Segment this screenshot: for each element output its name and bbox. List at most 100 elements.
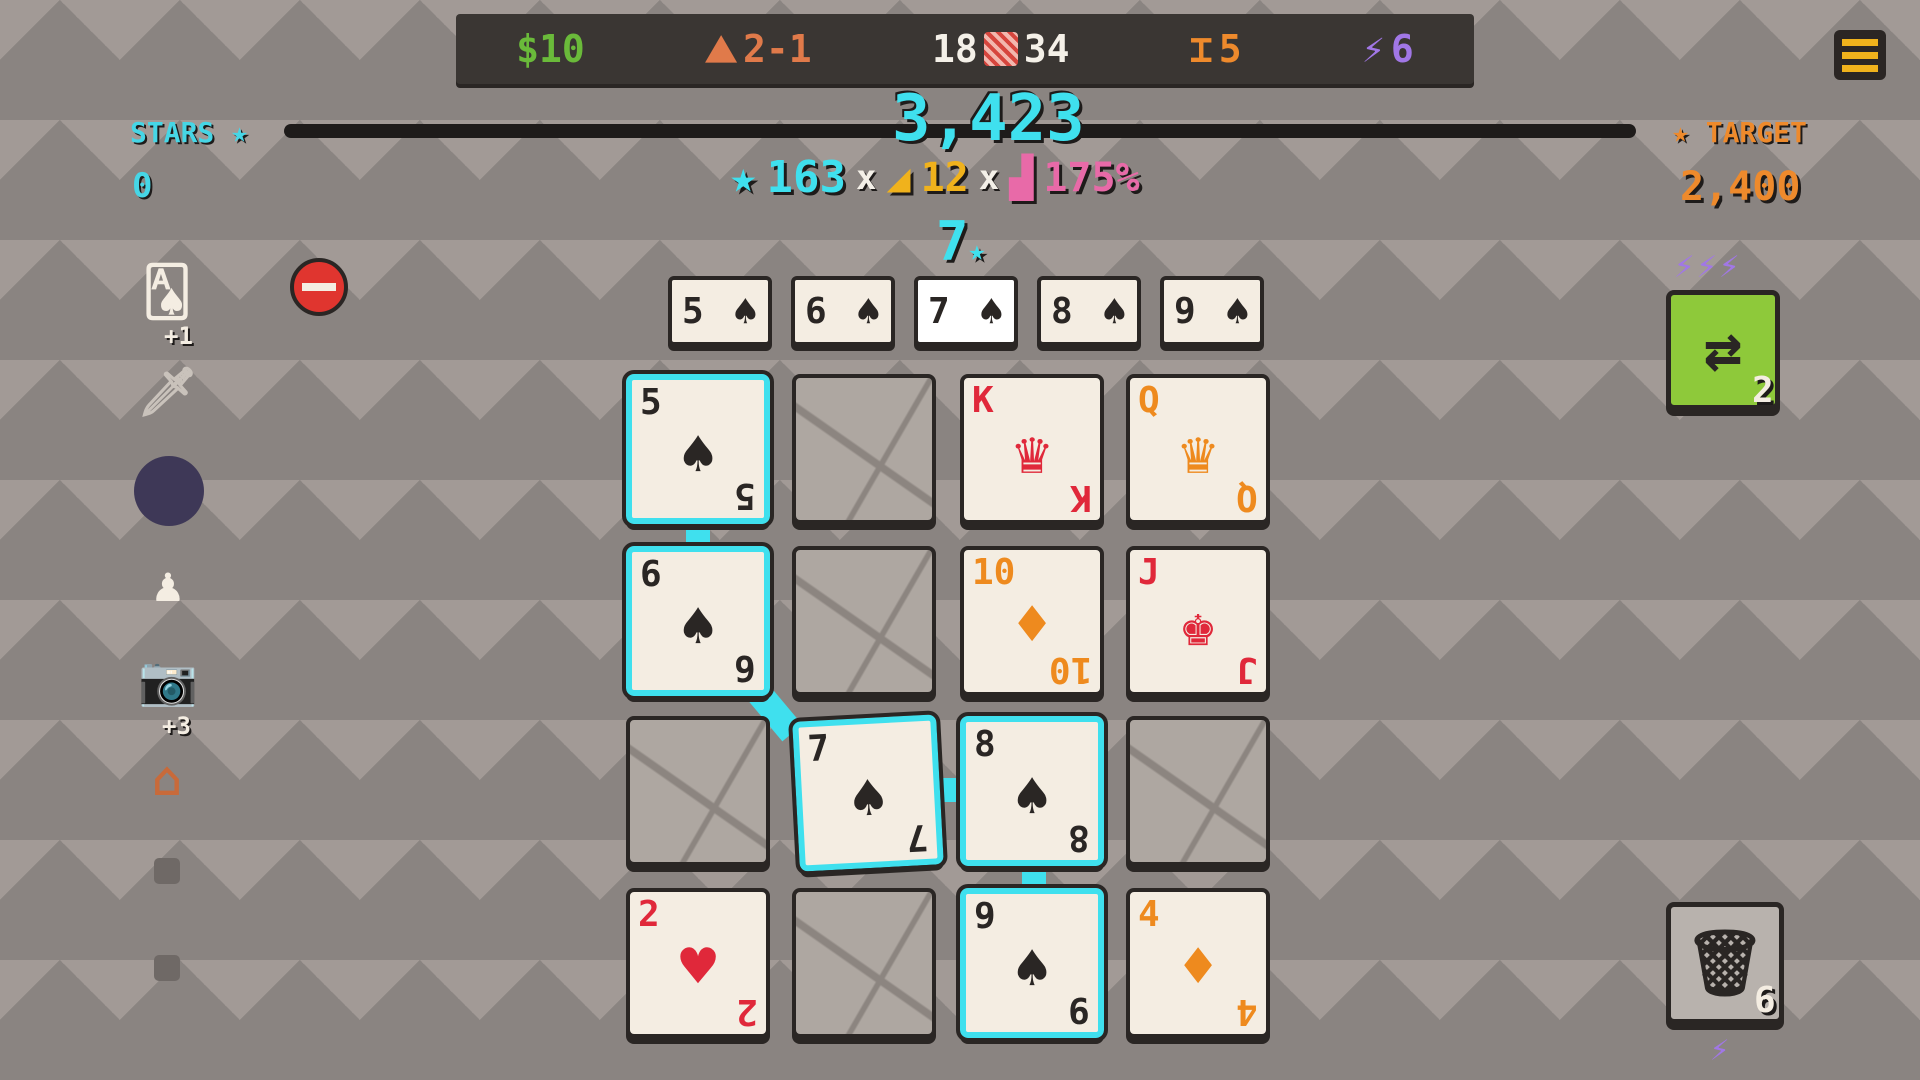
grid-card[interactable]: 10 ♦ 10 xyxy=(960,546,1104,696)
card-rank: K xyxy=(972,380,994,421)
trash-cost-lightning-icon: ⚡ xyxy=(1710,1030,1730,1068)
star-icon: ★ xyxy=(231,116,249,149)
hand-preview-card: 9 ♠ xyxy=(1160,276,1264,346)
card-rank: 8 xyxy=(1068,817,1090,858)
hands-icon: ⌶ xyxy=(1189,27,1213,71)
grid-card[interactable]: 9 ♠ 9 xyxy=(956,884,1108,1042)
card-rank: 7 xyxy=(928,290,950,332)
deck-display[interactable]: 18 34 xyxy=(932,27,1070,71)
swap-cost-lightning-icon: ⚡⚡⚡ xyxy=(1674,246,1742,286)
round-value: 2-1 xyxy=(743,27,812,71)
star-icon: ★ xyxy=(730,152,757,203)
hand-preview-card: 7 ♠ xyxy=(914,276,1018,346)
top-status-bar: $10 ⛰ 2-1 18 34 ⌶ 5 ⚡ 6 xyxy=(456,14,1474,84)
target-label-group: ★ TARGET xyxy=(1672,116,1807,149)
grid-card[interactable]: K ♛ K xyxy=(960,374,1104,524)
card-rank: 6 xyxy=(805,290,827,332)
money-value: $10 xyxy=(516,27,585,71)
stars-label: STARS xyxy=(130,116,215,149)
card-rank: 8 xyxy=(974,724,996,765)
no-entry-icon[interactable] xyxy=(290,258,348,316)
camera-relic-icon[interactable]: 📷 xyxy=(130,650,206,710)
target-value: 2,400 xyxy=(1680,164,1801,210)
sword-relic-icon[interactable]: 🗡 xyxy=(136,356,200,426)
hands-display: ⌶ 5 xyxy=(1190,27,1242,71)
signal-icon: ▟ xyxy=(1009,154,1034,201)
percent-value: 175% xyxy=(1043,154,1140,201)
empty-relic-slot xyxy=(154,858,180,884)
swap-icon: ⇄ xyxy=(1703,313,1743,387)
hamburger-icon xyxy=(1842,38,1878,46)
energy-display: ⚡ 6 xyxy=(1362,27,1414,71)
card-rank: 10 xyxy=(972,552,1016,593)
lightning-icon: ⚡ xyxy=(1361,27,1385,71)
card-rank: 5 xyxy=(682,290,704,332)
card-rank: 6 xyxy=(640,554,662,595)
stone-tile xyxy=(792,546,936,696)
grid-card[interactable]: 2 ♥ 2 xyxy=(626,888,770,1038)
stone-tile xyxy=(792,888,936,1038)
trash-count: 6 xyxy=(1754,980,1776,1021)
card-rank: 9 xyxy=(974,896,996,937)
current-score: 3,423 xyxy=(892,82,1085,156)
stone-tile xyxy=(792,374,936,524)
card-rank: 9 xyxy=(1174,290,1196,332)
money-display: $10 xyxy=(516,27,585,71)
grid-card[interactable]: 8 ♠ 8 xyxy=(956,712,1108,870)
deck-total: 34 xyxy=(1023,27,1070,71)
card-rank: 7 xyxy=(806,727,831,771)
star-icon: ★ xyxy=(968,234,986,267)
chips-value: 163 xyxy=(766,152,846,203)
spade-icon: ♠ xyxy=(1101,286,1127,336)
grid-card[interactable]: 7 ♠ 7 xyxy=(787,710,949,876)
grid-card[interactable]: J ♚ J xyxy=(1126,546,1270,696)
card-rank: 8 xyxy=(1051,290,1073,332)
star-icon: ★ xyxy=(1672,116,1689,149)
menu-button[interactable] xyxy=(1834,30,1886,80)
lantern-relic-icon[interactable]: ⌂ xyxy=(144,748,190,810)
spade-icon: ♠ xyxy=(1224,286,1250,336)
empty-relic-slot xyxy=(154,955,180,981)
grid-card[interactable]: Q ♛ Q xyxy=(1126,374,1270,524)
spade-icon: ♠ xyxy=(978,286,1004,336)
level-value: 7 xyxy=(936,210,969,273)
card-rank: 10 xyxy=(1048,649,1092,690)
deck-icon xyxy=(983,32,1018,66)
grid-card[interactable]: 6 ♠ 6 xyxy=(622,542,774,700)
card-rank: 4 xyxy=(1138,894,1160,935)
card-rank: 4 xyxy=(1236,991,1258,1032)
playing-card-relic-icon[interactable]: 🂡 xyxy=(132,262,202,322)
hat-icon: ⛰ xyxy=(705,26,738,71)
card-rank: 7 xyxy=(905,815,930,859)
spade-icon: ♠ xyxy=(732,286,758,336)
deck-remaining: 18 xyxy=(932,27,978,71)
swap-count: 2 xyxy=(1752,370,1774,411)
hand-preview-card: 6 ♠ xyxy=(791,276,895,346)
stars-value: 0 xyxy=(132,166,153,206)
grid-card[interactable]: 4 ♦ 4 xyxy=(1126,888,1270,1038)
target-label: TARGET xyxy=(1705,116,1807,149)
card-rank: 9 xyxy=(1068,989,1090,1030)
hand-level: 7★ xyxy=(936,210,985,273)
grid-card[interactable]: 5 ♠ 5 xyxy=(622,370,774,528)
card-rank: K xyxy=(1070,477,1092,518)
card-rank: J xyxy=(1138,552,1160,593)
stone-tile xyxy=(1126,716,1270,866)
round-display: ⛰ 2-1 xyxy=(705,27,812,72)
mult-icon: ◢ xyxy=(886,154,911,201)
multiply-symbol: x xyxy=(978,157,1000,198)
bowling-ball-relic-icon[interactable] xyxy=(134,456,204,526)
hand-preview-card: 5 ♠ xyxy=(668,276,772,346)
multiply-symbol: x xyxy=(855,157,877,198)
hand-preview-card: 8 ♠ xyxy=(1037,276,1141,346)
stars-label-group: STARS ★ xyxy=(130,116,248,149)
card-rank: 6 xyxy=(734,647,756,688)
stone-tile xyxy=(626,716,770,866)
energy-value: 6 xyxy=(1390,27,1414,71)
camera-relic-bonus: +3 xyxy=(162,712,191,740)
bowling-pin-relic-icon[interactable]: ♟ xyxy=(132,552,204,618)
card-rank: 2 xyxy=(736,991,758,1032)
score-formula: ★ 163 x ◢ 12 x ▟ 175% xyxy=(730,152,1140,203)
card-rank: Q xyxy=(1138,380,1160,421)
hands-value: 5 xyxy=(1218,27,1242,71)
